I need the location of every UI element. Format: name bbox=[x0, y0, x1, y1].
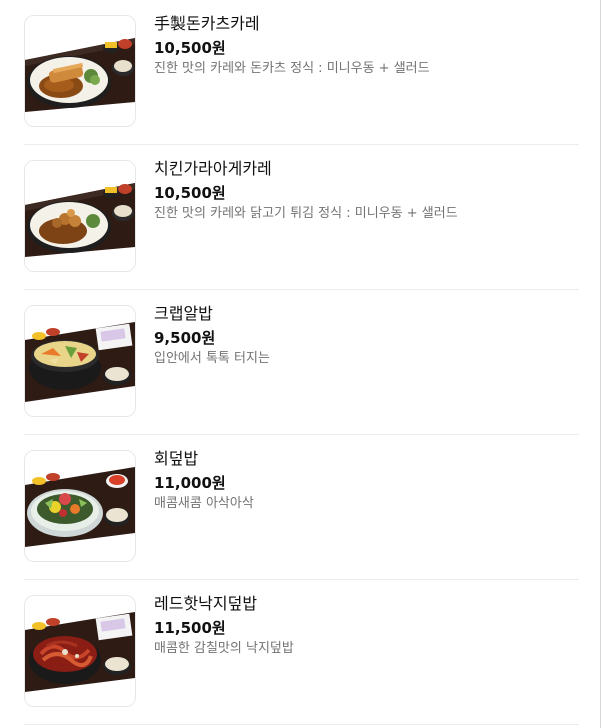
sashimi-rice-bowl-photo bbox=[25, 451, 135, 561]
menu-item-price: 10,500원 bbox=[154, 184, 226, 202]
menu-item-crab-roe-rice[interactable]: 크랩알밥 9,500원 입안에서 톡톡 터지는 bbox=[24, 290, 579, 435]
menu-item-photo[interactable] bbox=[24, 595, 136, 707]
menu-item-description: 매콤새콤 아삭아삭 bbox=[154, 496, 254, 511]
menu-item-info: 레드핫낙지덮밥 11,500원 매콤한 감칠맛의 낙지덮밥 bbox=[154, 592, 574, 659]
menu-item-name: 회덮밥 bbox=[154, 449, 199, 468]
menu-item-info: 치킨가라아게카레 10,500원 진한 맛의 카레와 닭고기 튀김 정식 : 미… bbox=[154, 157, 574, 224]
menu-item-name: 레드핫낙지덮밥 bbox=[154, 594, 258, 613]
menu-item-karaage-curry[interactable]: 치킨가라아게카레 10,500원 진한 맛의 카레와 닭고기 튀김 정식 : 미… bbox=[24, 145, 579, 290]
menu-item-price: 10,500원 bbox=[154, 39, 226, 57]
menu-item-name: 手製돈카츠카레 bbox=[154, 14, 260, 33]
menu-item-info: 크랩알밥 9,500원 입안에서 톡톡 터지는 bbox=[154, 302, 574, 369]
menu-item-price: 11,000원 bbox=[154, 474, 226, 492]
spicy-octopus-rice-photo bbox=[25, 596, 135, 706]
menu-panel: 手製돈카츠카레 10,500원 진한 맛의 카레와 돈카츠 정식 : 미니우동 … bbox=[0, 0, 601, 728]
menu-item-price: 11,500원 bbox=[154, 619, 226, 637]
menu-item-tonkatsu-curry[interactable]: 手製돈카츠카레 10,500원 진한 맛의 카레와 돈카츠 정식 : 미니우동 … bbox=[24, 0, 579, 145]
crab-roe-rice-photo bbox=[25, 306, 135, 416]
menu-item-name: 크랩알밥 bbox=[154, 304, 213, 323]
menu-item-photo[interactable] bbox=[24, 160, 136, 272]
menu-item-price: 9,500원 bbox=[154, 329, 216, 347]
menu-item-photo[interactable] bbox=[24, 305, 136, 417]
menu-item-description: 진한 맛의 카레와 돈카츠 정식 : 미니우동 + 샐러드 bbox=[154, 61, 430, 76]
menu-item-description: 진한 맛의 카레와 닭고기 튀김 정식 : 미니우동 + 샐러드 bbox=[154, 206, 458, 221]
menu-item-sashimi-rice-bowl[interactable]: 회덮밥 11,000원 매콤새콤 아삭아삭 bbox=[24, 435, 579, 580]
menu-item-photo[interactable] bbox=[24, 450, 136, 562]
menu-item-info: 회덮밥 11,000원 매콤새콤 아삭아삭 bbox=[154, 447, 574, 514]
menu-item-name: 치킨가라아게카레 bbox=[154, 159, 272, 178]
menu-item-description: 매콤한 감칠맛의 낙지덮밥 bbox=[154, 641, 294, 656]
menu-item-info: 手製돈카츠카레 10,500원 진한 맛의 카레와 돈카츠 정식 : 미니우동 … bbox=[154, 12, 574, 79]
tonkatsu-curry-photo bbox=[25, 16, 135, 126]
menu-item-description: 입안에서 톡톡 터지는 bbox=[154, 351, 270, 366]
karaage-curry-photo bbox=[25, 161, 135, 271]
menu-item-spicy-octopus-rice[interactable]: 레드핫낙지덮밥 11,500원 매콤한 감칠맛의 낙지덮밥 bbox=[24, 580, 579, 725]
menu-item-photo[interactable] bbox=[24, 15, 136, 127]
item-divider bbox=[24, 724, 579, 725]
